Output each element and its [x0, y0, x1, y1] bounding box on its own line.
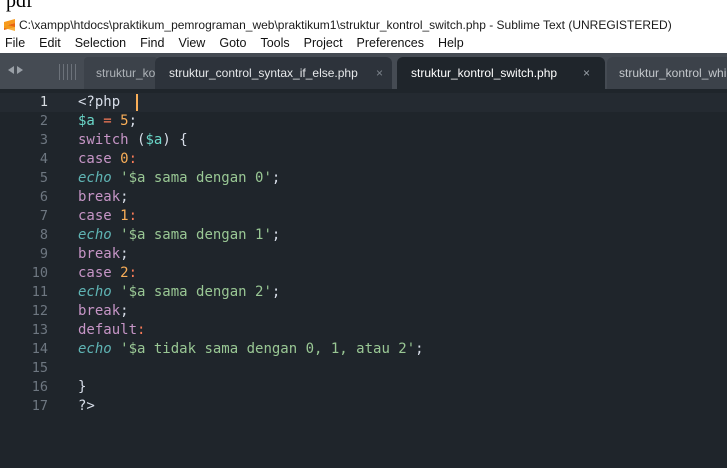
menu-preferences[interactable]: Preferences — [350, 36, 431, 50]
tab-switch-alternatif[interactable]: struktur_kontrol_switch_alternatif.php — [84, 57, 158, 89]
line-number: 13 — [31, 322, 48, 338]
close-icon[interactable]: × — [376, 66, 383, 80]
line-number: 16 — [31, 379, 48, 395]
code-line[interactable]: 3 switch ($a) { — [0, 131, 727, 150]
tab-label: struktur_kontrol_while.php — [619, 66, 727, 80]
line-number: 17 — [31, 398, 48, 414]
tab-nav-arrows — [8, 66, 23, 74]
code-line[interactable]: 17 ?> — [0, 397, 727, 416]
code-text[interactable]: default: — [78, 321, 145, 340]
code-text[interactable]: } — [78, 378, 86, 397]
code-line[interactable]: 8 echo '$a sama dengan 1'; — [0, 226, 727, 245]
tab-label: struktur_kontrol_switch_alternatif.php — [96, 66, 158, 80]
code-line[interactable]: 10 case 2: — [0, 264, 727, 283]
line-number: 2 — [39, 113, 48, 129]
menu-selection[interactable]: Selection — [68, 36, 133, 50]
code-text[interactable]: case 0: — [78, 150, 137, 169]
tab-bar: struktur_kontrol_switch_alternatif.php s… — [0, 53, 727, 89]
menu-file[interactable]: File — [0, 36, 32, 50]
line-number: 1 — [39, 94, 48, 110]
window-titlebar: C:\xampp\htdocs\praktikum_pemrograman_we… — [0, 16, 727, 33]
screenshot-cropped-text-strip: pdf — [0, 0, 727, 16]
tab-if-else[interactable]: struktur_control_syntax_if_else.php × — [155, 57, 392, 89]
code-line[interactable]: 6 break; — [0, 188, 727, 207]
code-line[interactable]: 9 break; — [0, 245, 727, 264]
code-line[interactable]: 16} — [0, 378, 727, 397]
menu-find[interactable]: Find — [133, 36, 171, 50]
window-title: C:\xampp\htdocs\praktikum_pemrograman_we… — [19, 17, 672, 32]
menu-view[interactable]: View — [171, 36, 212, 50]
tab-while[interactable]: struktur_kontrol_while.php — [607, 57, 727, 89]
menu-tools[interactable]: Tools — [253, 36, 296, 50]
code-line[interactable]: 1 <?php — [0, 93, 727, 112]
line-number: 3 — [39, 132, 48, 148]
arrow-left-icon[interactable] — [8, 66, 14, 74]
code-text[interactable]: echo '$a sama dengan 2'; — [78, 283, 280, 302]
code-text[interactable]: break; — [78, 302, 129, 321]
tab-label: struktur_control_syntax_if_else.php — [169, 66, 358, 80]
code-text[interactable]: <?php — [78, 93, 120, 112]
menu-goto[interactable]: Goto — [212, 36, 253, 50]
close-icon[interactable]: × — [583, 66, 590, 80]
line-number: 12 — [31, 303, 48, 319]
code-text[interactable]: break; — [78, 188, 129, 207]
code-line[interactable]: 2 $a = 5; — [0, 112, 727, 131]
menu-project[interactable]: Project — [297, 36, 350, 50]
line-number: 15 — [31, 360, 48, 376]
code-line[interactable]: 14 echo '$a tidak sama dengan 0, 1, atau … — [0, 340, 727, 359]
menu-help[interactable]: Help — [431, 36, 471, 50]
line-number: 4 — [39, 151, 48, 167]
line-number: 9 — [39, 246, 48, 262]
code-line[interactable]: 4 case 0: — [0, 150, 727, 169]
line-number: 14 — [31, 341, 48, 357]
line-number: 5 — [39, 170, 48, 186]
code-line[interactable]: 15 — [0, 359, 727, 378]
code-text[interactable]: echo '$a sama dengan 0'; — [78, 169, 280, 188]
line-number: 7 — [39, 208, 48, 224]
tab-label: struktur_kontrol_switch.php — [411, 66, 558, 80]
line-number: 8 — [39, 227, 48, 243]
menu-edit[interactable]: Edit — [32, 36, 68, 50]
code-text[interactable]: case 1: — [78, 207, 137, 226]
code-text[interactable]: $a = 5; — [78, 112, 137, 131]
code-text[interactable]: break; — [78, 245, 129, 264]
code-editor[interactable]: 1 <?php 2 $a = 5; 3 switch ($a) { 4 case 0: 5 ech… — [0, 89, 727, 468]
sublime-text-icon — [4, 18, 15, 31]
tab-switch-active[interactable]: struktur_kontrol_switch.php × — [397, 57, 605, 89]
code-line[interactable]: 13 default: — [0, 321, 727, 340]
menu-bar: File Edit Selection Find View Goto Tools… — [0, 33, 727, 53]
arrow-right-icon[interactable] — [17, 66, 23, 74]
code-text[interactable]: switch ($a) { — [78, 131, 188, 150]
code-text[interactable]: echo '$a tidak sama dengan 0, 1, atau 2'… — [78, 340, 424, 359]
line-number: 11 — [31, 284, 48, 300]
code-line[interactable]: 11 echo '$a sama dengan 2'; — [0, 283, 727, 302]
code-text[interactable]: echo '$a sama dengan 1'; — [78, 226, 280, 245]
cropped-text: pdf — [6, 0, 33, 12]
code-line[interactable]: 5 echo '$a sama dengan 0'; — [0, 169, 727, 188]
code-text[interactable]: case 2: — [78, 264, 137, 283]
line-number: 10 — [31, 265, 48, 281]
collapsed-tabs-indicator[interactable] — [59, 64, 76, 80]
text-cursor — [136, 94, 138, 111]
line-number: 6 — [39, 189, 48, 205]
code-line[interactable]: 12 break; — [0, 302, 727, 321]
code-line[interactable]: 7 case 1: — [0, 207, 727, 226]
code-text[interactable]: ?> — [78, 397, 95, 416]
